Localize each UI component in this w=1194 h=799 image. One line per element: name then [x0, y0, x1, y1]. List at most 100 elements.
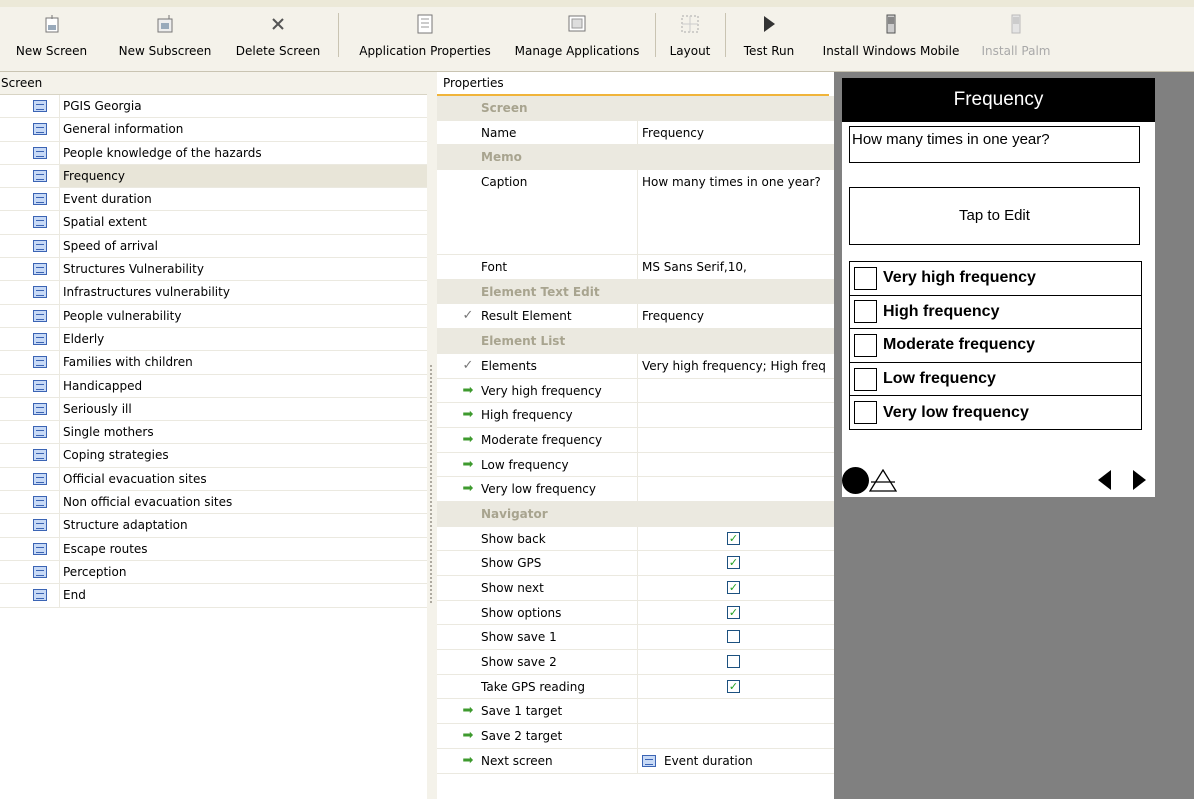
- screen-list-item[interactable]: End: [0, 584, 427, 608]
- property-row[interactable]: Name Frequency: [437, 120, 834, 146]
- property-row[interactable]: ➡ Save 1 target: [437, 699, 834, 725]
- expand-arrow-icon[interactable]: ➡: [459, 428, 477, 452]
- property-row[interactable]: Show save 2: [437, 650, 834, 675]
- property-row[interactable]: ✓ Elements Very high frequency; High freq: [437, 353, 834, 379]
- screen-list-item[interactable]: General information: [0, 118, 427, 142]
- gps-dot-icon[interactable]: [842, 467, 869, 494]
- splitter-grip[interactable]: [429, 364, 433, 604]
- preview-option-checkbox[interactable]: [854, 266, 877, 290]
- screen-list-item[interactable]: Single mothers: [0, 421, 427, 445]
- property-value[interactable]: [637, 477, 832, 501]
- application-properties-button[interactable]: Application Properties: [350, 13, 500, 61]
- new-subscreen-button[interactable]: New Subscreen: [110, 13, 220, 61]
- property-row[interactable]: ➡ Save 2 target: [437, 724, 834, 749]
- options-triangle-icon[interactable]: [869, 469, 897, 493]
- preview-option-checkbox[interactable]: [854, 401, 877, 425]
- property-value-cell: [637, 650, 832, 674]
- delete-screen-button[interactable]: Delete Screen: [228, 13, 328, 61]
- property-category[interactable]: Element Text Edit: [437, 279, 834, 305]
- next-arrow-icon[interactable]: [1132, 468, 1148, 492]
- property-value[interactable]: [637, 403, 832, 427]
- screen-form-icon: [33, 449, 47, 462]
- property-row[interactable]: ➡ Low frequency: [437, 452, 834, 478]
- screen-list-item[interactable]: Structures Vulnerability: [0, 258, 427, 282]
- test-run-button[interactable]: Test Run: [734, 13, 804, 61]
- screen-list-item[interactable]: Coping strategies: [0, 444, 427, 468]
- property-category[interactable]: Screen: [437, 96, 834, 121]
- preview-tap-to-edit[interactable]: Tap to Edit: [849, 187, 1140, 245]
- preview-option-checkbox[interactable]: [854, 333, 877, 357]
- row-gutter: [0, 281, 59, 304]
- preview-option[interactable]: Moderate frequency: [850, 329, 1141, 363]
- screen-list-item[interactable]: Speed of arrival: [0, 234, 427, 259]
- property-value[interactable]: Event duration: [637, 748, 832, 773]
- property-row[interactable]: Show options ✓: [437, 600, 834, 626]
- property-row[interactable]: Take GPS reading ✓: [437, 674, 834, 700]
- expand-arrow-icon[interactable]: ➡: [459, 699, 477, 723]
- screen-list-item[interactable]: Handicapped: [0, 374, 427, 398]
- preview-option[interactable]: High frequency: [850, 296, 1141, 330]
- expand-arrow-icon[interactable]: ➡: [459, 379, 477, 403]
- screen-list-item[interactable]: People knowledge of the hazards: [0, 141, 427, 165]
- screen-list-item[interactable]: Event duration: [0, 188, 427, 212]
- property-row[interactable]: ➡ Very low frequency: [437, 477, 834, 502]
- property-value[interactable]: MS Sans Serif,10,: [637, 255, 832, 279]
- manage-applications-button[interactable]: Manage Applications: [503, 13, 651, 61]
- property-value[interactable]: [637, 699, 832, 724]
- property-value[interactable]: Frequency: [637, 120, 832, 145]
- expand-arrow-icon[interactable]: ➡: [459, 477, 477, 501]
- property-row[interactable]: Show next ✓: [437, 576, 834, 601]
- expand-arrow-icon[interactable]: ➡: [459, 403, 477, 427]
- property-value[interactable]: [637, 427, 832, 452]
- expand-arrow-icon[interactable]: ➡: [459, 453, 477, 477]
- property-value[interactable]: [637, 724, 832, 748]
- property-value[interactable]: [637, 378, 832, 403]
- screen-list-item[interactable]: Seriously ill: [0, 397, 427, 422]
- preview-caption[interactable]: How many times in one year?: [849, 126, 1140, 163]
- property-row[interactable]: Font MS Sans Serif,10,: [437, 255, 834, 280]
- property-row[interactable]: ➡ Next screen Event duration: [437, 748, 834, 774]
- screen-list-item[interactable]: Spatial extent: [0, 211, 427, 235]
- screen-list-item[interactable]: Elderly: [0, 327, 427, 352]
- expand-arrow-icon[interactable]: ➡: [459, 724, 477, 748]
- property-row[interactable]: ✓ Result Element Frequency: [437, 304, 834, 330]
- layout-button[interactable]: Layout: [660, 13, 720, 61]
- property-row[interactable]: ➡ Moderate frequency: [437, 427, 834, 453]
- screen-list-item[interactable]: Structure adaptation: [0, 514, 427, 538]
- property-row[interactable]: ➡ High frequency: [437, 403, 834, 428]
- panel-splitter[interactable]: [427, 72, 437, 799]
- property-row[interactable]: Caption How many times in one year?: [437, 170, 834, 256]
- screen-name: End: [59, 584, 427, 607]
- property-row[interactable]: Show save 1: [437, 625, 834, 651]
- preview-option-checkbox[interactable]: [854, 300, 877, 324]
- property-value[interactable]: Very high frequency; High freq: [637, 353, 832, 378]
- property-category[interactable]: Memo: [437, 145, 834, 171]
- property-value[interactable]: How many times in one year?: [637, 170, 832, 255]
- screen-list-item[interactable]: Infrastructures vulnerability: [0, 281, 427, 305]
- delete-icon: [270, 13, 286, 35]
- property-value[interactable]: Frequency: [637, 304, 832, 329]
- screen-list-item[interactable]: Families with children: [0, 351, 427, 375]
- property-value[interactable]: [637, 452, 832, 477]
- screen-list-item[interactable]: Escape routes: [0, 537, 427, 561]
- preview-option[interactable]: Very high frequency: [850, 262, 1141, 296]
- screen-list-item[interactable]: People vulnerability: [0, 304, 427, 328]
- property-category[interactable]: Element List: [437, 329, 834, 354]
- screen-name: Families with children: [59, 351, 427, 374]
- install-windows-mobile-button[interactable]: Install Windows Mobile: [811, 13, 971, 61]
- back-arrow-icon[interactable]: [1096, 468, 1112, 492]
- screen-list-item[interactable]: Frequency: [0, 164, 427, 189]
- preview-option[interactable]: Very low frequency: [850, 396, 1141, 430]
- property-row[interactable]: Show back ✓: [437, 526, 834, 552]
- new-screen-button[interactable]: New Screen: [0, 13, 103, 61]
- preview-option-checkbox[interactable]: [854, 367, 877, 391]
- screen-list-item[interactable]: PGIS Georgia: [0, 95, 427, 119]
- property-category[interactable]: Navigator: [437, 501, 834, 527]
- expand-arrow-icon[interactable]: ➡: [459, 749, 477, 773]
- screen-list-item[interactable]: Official evacuation sites: [0, 467, 427, 492]
- preview-option[interactable]: Low frequency: [850, 363, 1141, 397]
- screen-list-item[interactable]: Non official evacuation sites: [0, 491, 427, 515]
- property-row[interactable]: Show GPS ✓: [437, 551, 834, 576]
- screen-list-item[interactable]: Perception: [0, 560, 427, 585]
- property-row[interactable]: ➡ Very high frequency: [437, 378, 834, 404]
